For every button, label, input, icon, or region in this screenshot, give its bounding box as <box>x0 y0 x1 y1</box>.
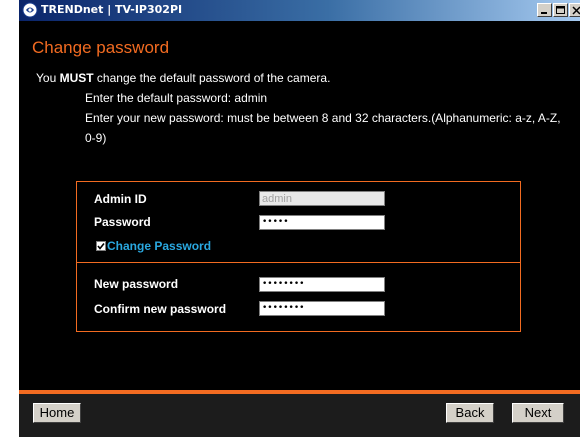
intro-text: You MUST change the default password of … <box>36 71 330 85</box>
new-password-hint-line-1: Enter your new password: must be between… <box>85 111 561 125</box>
app-window: TRENDnet | TV-IP302PI Change password Yo… <box>19 0 580 437</box>
admin-id-field <box>259 191 385 206</box>
close-button[interactable] <box>569 3 580 17</box>
footer-bar <box>19 394 580 437</box>
maximize-icon <box>556 6 565 14</box>
new-password-field[interactable]: •••••••• <box>259 277 385 292</box>
new-password-label: New password <box>94 277 179 291</box>
back-button[interactable]: Back <box>446 403 494 423</box>
change-password-checkbox[interactable] <box>96 241 106 251</box>
maximize-button[interactable] <box>553 3 568 17</box>
window-title: TRENDnet | TV-IP302PI <box>41 3 183 16</box>
change-password-label[interactable]: Change Password <box>107 239 211 253</box>
default-password-hint: Enter the default password: admin <box>85 91 268 105</box>
password-label: Password <box>94 215 151 229</box>
page-title: Change password <box>32 38 170 57</box>
trendnet-logo-icon <box>22 2 38 18</box>
admin-id-label: Admin ID <box>94 192 147 206</box>
new-password-hint-line-2: 0-9) <box>85 131 107 145</box>
checkmark-icon <box>97 243 105 250</box>
intro-emphasis: MUST <box>59 71 94 85</box>
minimize-button[interactable] <box>537 3 552 17</box>
intro-suffix: change the default password of the camer… <box>93 71 331 85</box>
next-button[interactable]: Next <box>512 403 564 423</box>
title-bar[interactable]: TRENDnet | TV-IP302PI <box>19 0 580 21</box>
minimize-icon <box>541 12 547 14</box>
confirm-password-field[interactable]: •••••••• <box>259 301 385 316</box>
close-icon <box>572 6 580 15</box>
confirm-password-label: Confirm new password <box>94 302 227 316</box>
form-divider <box>76 262 521 263</box>
password-field[interactable]: ••••• <box>259 215 385 230</box>
intro-prefix: You <box>36 71 60 85</box>
home-button[interactable]: Home <box>33 403 81 423</box>
